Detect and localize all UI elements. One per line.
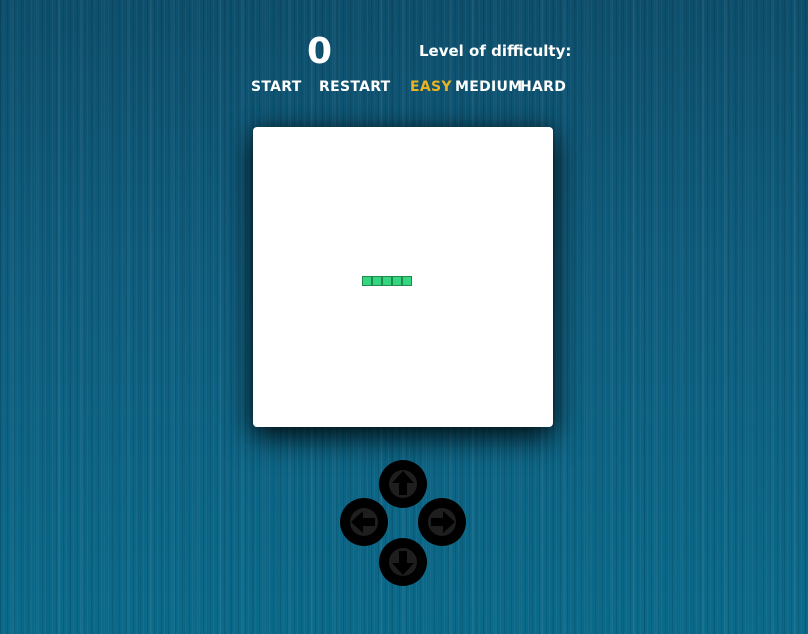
snake-segment (402, 276, 412, 286)
snake-segment (372, 276, 382, 286)
snake-segment (382, 276, 392, 286)
difficulty-title: Level of difficulty: (419, 42, 572, 60)
arrow-down-icon (389, 548, 417, 576)
restart-button[interactable]: RESTART (319, 78, 391, 96)
game-board (253, 127, 553, 427)
score-display: 0 (306, 31, 334, 72)
difficulty-medium-button[interactable]: MEDIUM (455, 78, 522, 96)
difficulty-easy-button[interactable]: EASY (410, 78, 452, 96)
difficulty-hard-button[interactable]: HARD (520, 78, 566, 96)
snake-segment (362, 276, 372, 286)
start-button[interactable]: START (251, 78, 302, 96)
snake-segment (392, 276, 402, 286)
down-arrow-button[interactable] (379, 538, 427, 586)
